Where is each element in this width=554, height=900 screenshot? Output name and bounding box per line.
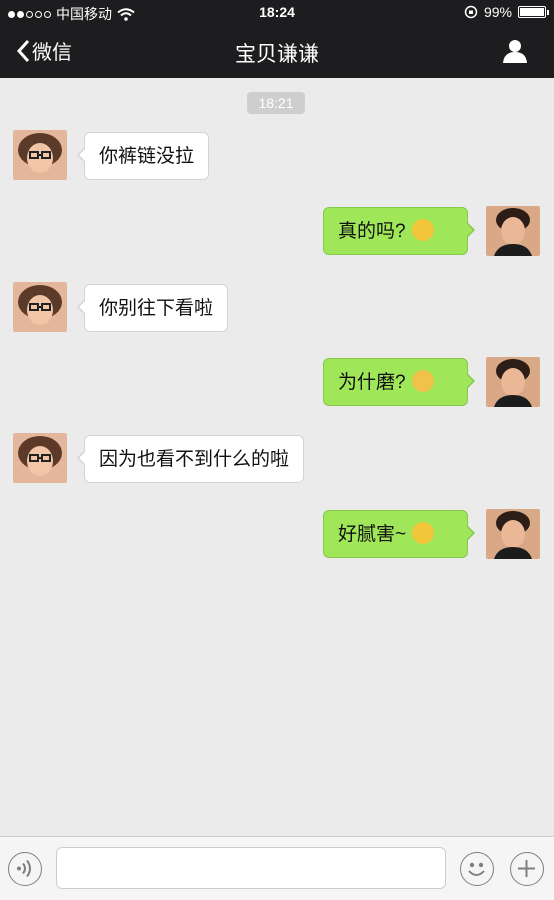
message-text: 真的吗?: [338, 221, 406, 242]
chat-timestamp: 18:21: [247, 92, 305, 114]
chat-title: 宝贝谦谦: [235, 43, 319, 66]
voice-icon: [17, 859, 31, 878]
message-text: 好腻害~: [338, 524, 407, 545]
user-avatar[interactable]: [486, 206, 540, 256]
incoming-message[interactable]: 你别往下看啦: [76, 284, 229, 332]
emoji-icon: [468, 862, 485, 876]
more-button[interactable]: [510, 852, 544, 886]
message-text: 为什磨?: [338, 372, 406, 393]
outgoing-message[interactable]: 为什磨?: [323, 358, 475, 406]
contact-avatar[interactable]: [13, 282, 67, 332]
emoji-button[interactable]: [460, 852, 494, 886]
incoming-message[interactable]: 因为也看不到什么的啦: [76, 435, 305, 483]
person-icon: [503, 40, 527, 63]
incoming-message[interactable]: 你裤链没拉: [76, 132, 210, 180]
input-bar: [0, 836, 554, 900]
outgoing-message[interactable]: 好腻害~: [323, 510, 475, 558]
outgoing-message[interactable]: 真的吗?: [323, 207, 475, 255]
contact-avatar[interactable]: [13, 433, 67, 483]
tears-of-joy-emoji-icon: [412, 521, 435, 544]
battery-percent: 99%: [483, 4, 512, 20]
battery-icon: [518, 6, 549, 18]
nav-bar: 微信 宝贝谦谦: [0, 26, 554, 78]
user-avatar[interactable]: [486, 357, 540, 407]
fearful-emoji-icon: [411, 369, 434, 392]
plus-icon: [518, 860, 535, 877]
scream-emoji-icon: [411, 218, 434, 241]
message-input[interactable]: [56, 847, 446, 889]
voice-button[interactable]: [8, 852, 42, 886]
orientation-lock-icon: [464, 5, 478, 19]
chat-info-button[interactable]: [502, 39, 528, 68]
status-right: 99%: [464, 4, 549, 20]
contact-avatar[interactable]: [13, 130, 67, 180]
status-bar: 中国移动 18:24 99%: [0, 0, 554, 26]
user-avatar[interactable]: [486, 509, 540, 559]
